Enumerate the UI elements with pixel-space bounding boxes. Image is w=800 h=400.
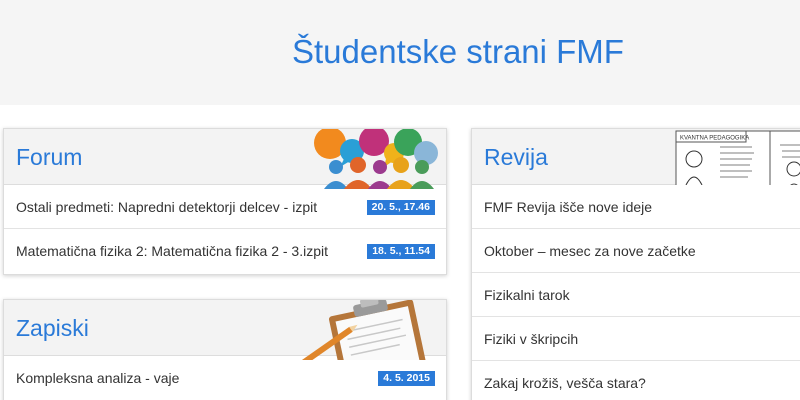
forum-panel-header: Forum <box>4 129 446 189</box>
date-badge: 18. 5., 11.54 <box>367 244 435 259</box>
zapiski-title[interactable]: Zapiski <box>16 315 89 342</box>
revija-panel-header: Revija KVANTNA PEDAGOGIKA <box>472 129 800 185</box>
revija-item-title[interactable]: Oktober – mesec za nove začetke <box>484 243 696 259</box>
list-item[interactable]: Ostali predmeti: Napredni detektorji del… <box>4 185 446 229</box>
clipboard-icon <box>300 300 427 360</box>
zapiski-panel-header: Zapiski <box>4 300 446 360</box>
site-header: Študentske strani FMF <box>0 0 800 105</box>
revija-title[interactable]: Revija <box>484 144 548 171</box>
revija-item-title[interactable]: Fizikalni tarok <box>484 287 570 303</box>
list-item[interactable]: Zakaj krožiš, veščа stara? <box>472 361 800 400</box>
site-title[interactable]: Študentske strani FMF <box>292 33 624 71</box>
zapiski-panel: Zapiski Kompleksna analiza - vaje 4. 5. … <box>3 299 447 400</box>
revija-item-title[interactable]: FMF Revija išče nove ideje <box>484 199 652 215</box>
list-item[interactable]: Kompleksna analiza - vaje 4. 5. 2015 <box>4 356 446 400</box>
forum-panel: Forum Ostali predmeti: Napredni detektor <box>3 128 447 275</box>
forum-item-title[interactable]: Matematična fizika 2: Matematična fizika… <box>16 243 328 259</box>
svg-text:KVANTNA PEDAGOGIKA: KVANTNA PEDAGOGIKA <box>680 136 749 142</box>
list-item[interactable]: FMF Revija išče nove ideje <box>472 185 800 229</box>
forum-item-title[interactable]: Ostali predmeti: Napredni detektorji del… <box>16 199 317 215</box>
speech-bubbles-icon <box>314 129 438 189</box>
comic-strip-icon: KVANTNA PEDAGOGIKA <box>675 130 800 185</box>
list-item[interactable]: Fizikalni tarok <box>472 273 800 317</box>
date-badge: 20. 5., 17.46 <box>366 200 435 215</box>
list-item[interactable]: Oktober – mesec za nove začetke <box>472 229 800 273</box>
revija-panel: Revija KVANTNA PEDAGOGIKA FMF Revija išč… <box>471 128 800 400</box>
list-item[interactable]: Fiziki v škripcih <box>472 317 800 361</box>
forum-title[interactable]: Forum <box>16 144 82 171</box>
revija-item-title[interactable]: Fiziki v škripcih <box>484 331 578 347</box>
list-item[interactable]: Matematična fizika 2: Matematična fizika… <box>4 229 446 273</box>
zapiski-item-title[interactable]: Kompleksna analiza - vaje <box>16 370 179 386</box>
date-badge: 4. 5. 2015 <box>378 371 435 386</box>
revija-item-title[interactable]: Zakaj krožiš, veščа stara? <box>484 375 646 391</box>
